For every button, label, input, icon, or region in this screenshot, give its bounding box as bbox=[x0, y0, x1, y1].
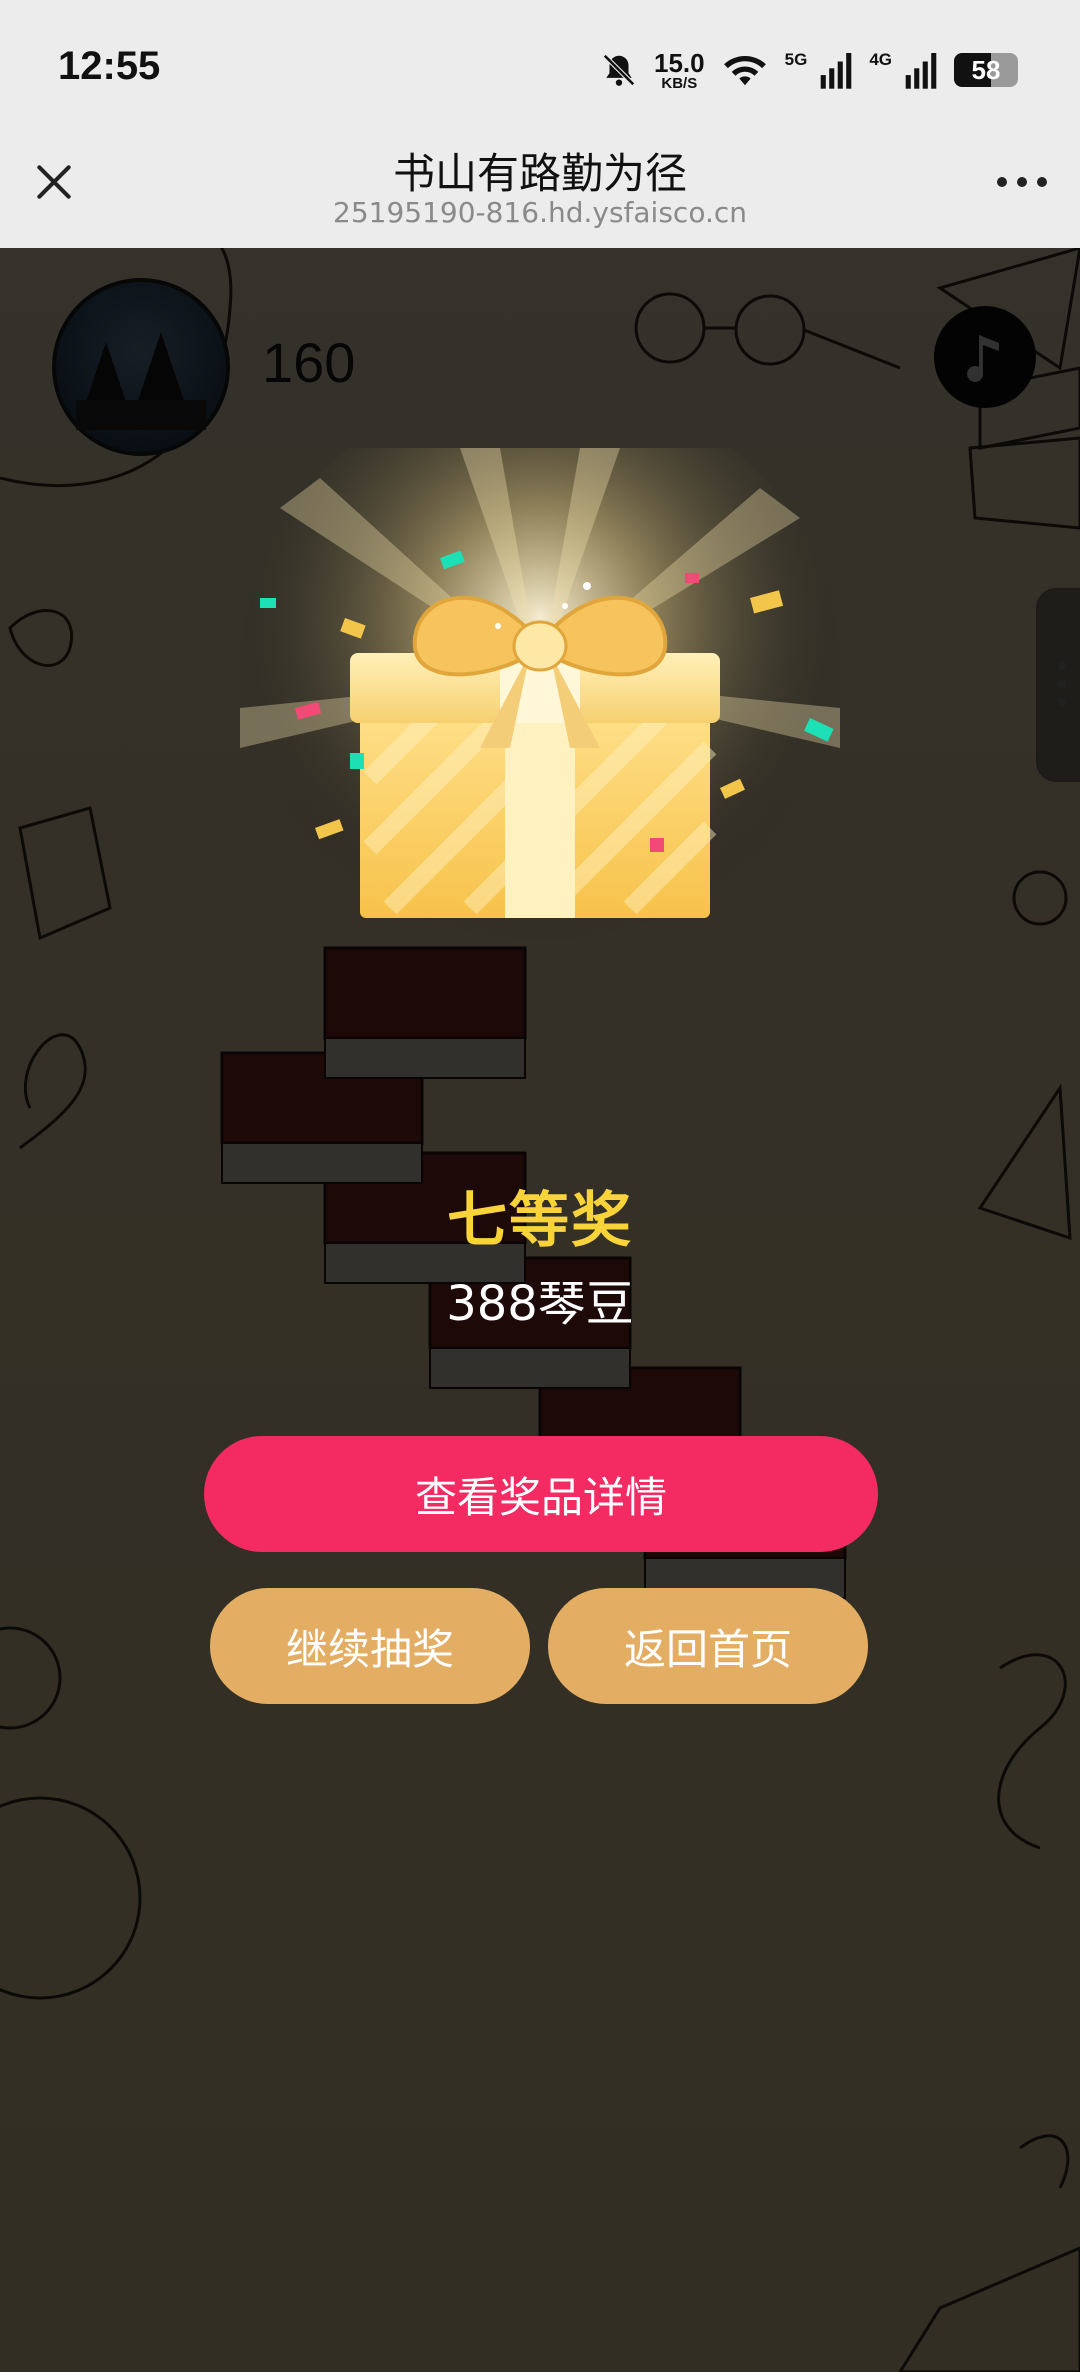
back-home-button[interactable]: 返回首页 bbox=[548, 1588, 868, 1704]
more-icon bbox=[997, 177, 1047, 187]
network-5g-label: 5G bbox=[784, 50, 808, 69]
signal-5g-icon bbox=[821, 53, 852, 89]
mute-bell-icon bbox=[603, 54, 635, 86]
network-4g-label: 4G bbox=[869, 50, 892, 69]
browser-title-bar: 书山有路勤为径 25195190-816.hd.ysfaisco.cn bbox=[0, 140, 1080, 248]
gift-box-illustration bbox=[240, 378, 840, 1008]
continue-draw-button[interactable]: 继续抽奖 bbox=[210, 1588, 530, 1704]
status-time: 12:55 bbox=[58, 44, 161, 88]
battery-level: 58 bbox=[971, 54, 1001, 85]
status-icons: 15.0 KB/S 5G 4G 58 bbox=[600, 46, 1018, 94]
wifi-icon bbox=[723, 55, 766, 86]
network-speed-unit: KB/S bbox=[661, 74, 698, 92]
network-speed: 15.0 KB/S bbox=[654, 50, 705, 91]
page-title: 书山有路勤为径 bbox=[392, 149, 687, 198]
more-button[interactable] bbox=[986, 150, 1058, 214]
page-url: 25195190-816.hd.ysfaisco.cn bbox=[333, 196, 747, 229]
signal-4g-icon bbox=[905, 53, 937, 89]
network-speed-value: 15.0 bbox=[654, 47, 705, 78]
prize-detail: 388琴豆 bbox=[446, 1276, 634, 1332]
prize-level: 七等奖 bbox=[447, 1186, 633, 1256]
status-bar: 12:55 15.0 KB/S 5G 4G 58 bbox=[0, 0, 1080, 140]
view-prize-details-button[interactable]: 查看奖品详情 bbox=[204, 1436, 878, 1552]
game-stage: 160 bbox=[0, 248, 1080, 2372]
gift-box-icon bbox=[240, 378, 840, 978]
battery-icon: 58 bbox=[954, 53, 1018, 87]
